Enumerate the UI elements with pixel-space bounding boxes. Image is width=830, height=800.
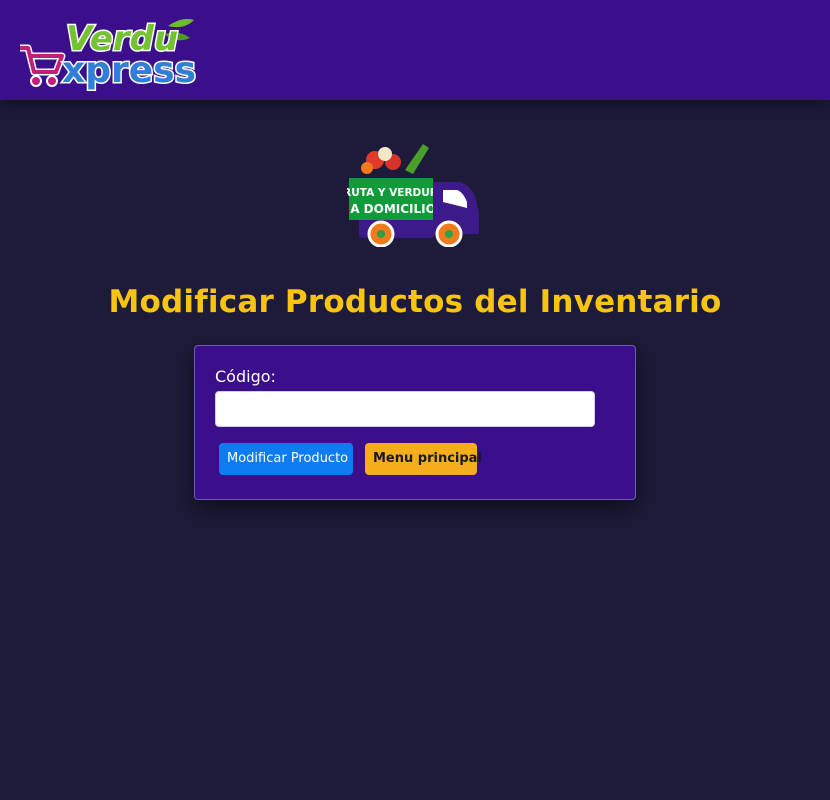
- truck-text-line1: FRUTA Y VERDURA: [347, 187, 447, 199]
- code-input[interactable]: [215, 391, 595, 427]
- main-menu-button[interactable]: Menu principal: [365, 443, 482, 475]
- verduexpress-logo[interactable]: Verdu xpress: [18, 8, 200, 92]
- delivery-truck-image: FRUTA Y VERDURA A DOMICILIO: [347, 144, 479, 247]
- truck-text-line2: A DOMICILIO: [350, 202, 436, 216]
- code-label: Código:: [215, 367, 276, 386]
- page-title: Modificar Productos del Inventario: [108, 284, 722, 320]
- top-navbar: Verdu xpress: [0, 0, 830, 100]
- modify-product-form: Código: Modificar Producto Menu principa…: [194, 345, 636, 500]
- cart-icon: [20, 44, 66, 87]
- logo-bottom-text: xpress: [62, 50, 196, 91]
- modify-product-button[interactable]: Modificar Producto: [219, 443, 353, 475]
